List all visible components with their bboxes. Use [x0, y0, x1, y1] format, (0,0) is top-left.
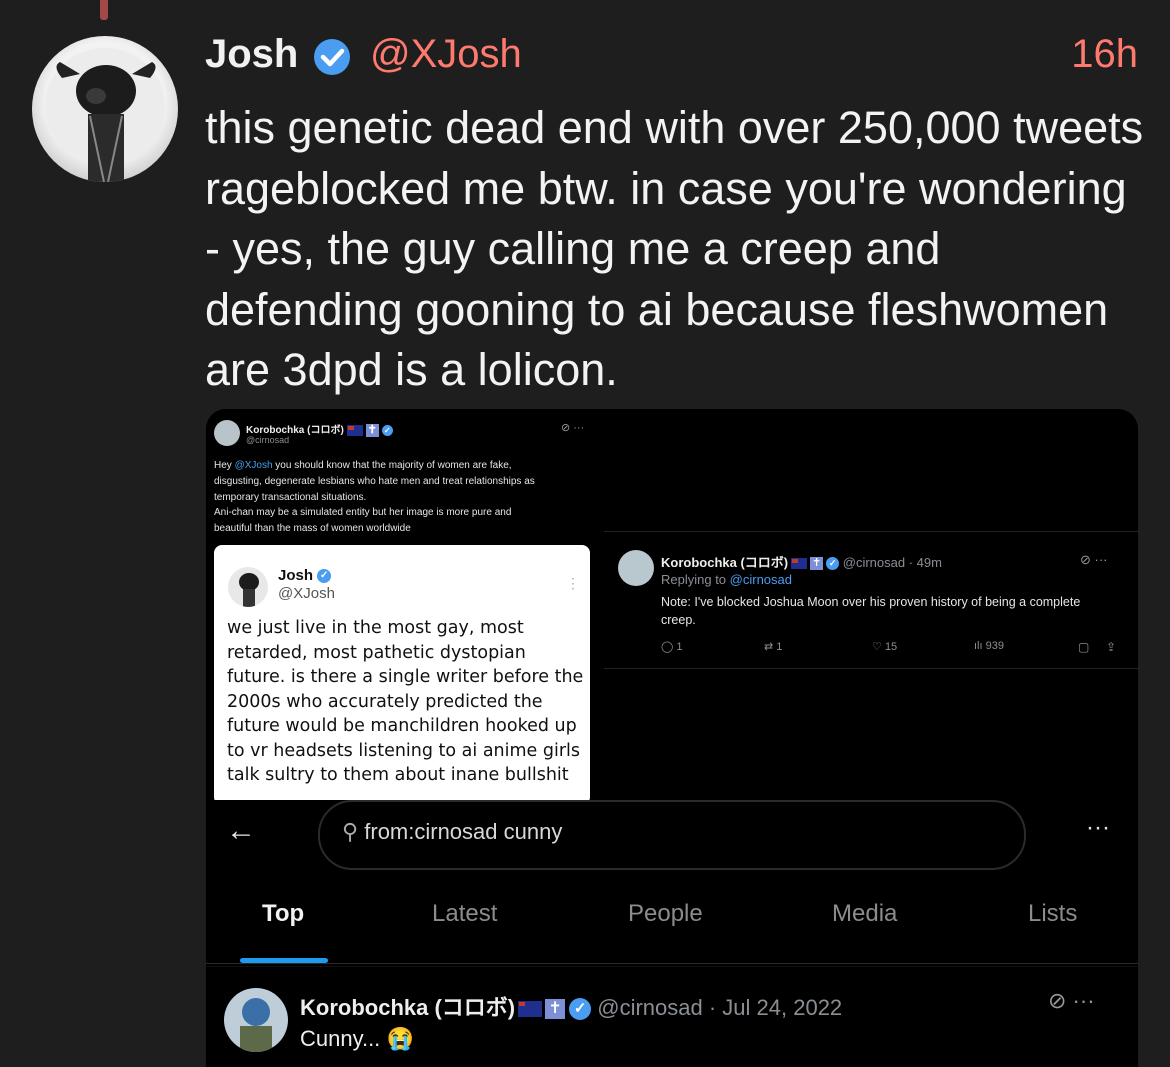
- shot2-handle-time: @cirnosad · 49m: [842, 555, 942, 570]
- replying-to-link: @cirnosad: [729, 572, 792, 587]
- crying-emoji: 😭: [386, 1026, 414, 1051]
- verified-badge-icon: ✓: [381, 424, 393, 436]
- result-handle-date: @cirnosad · Jul 24, 2022: [597, 995, 843, 1020]
- tab-people: People: [628, 900, 703, 927]
- screenshot-1: Korobochka (コロボ) ✝ ✓ @cirnosad ⊘ ··· Hey @…: [206, 409, 595, 805]
- result-text: Cunny...: [300, 1026, 381, 1051]
- active-tab-indicator: [240, 958, 328, 963]
- quoted-tweet-card: Josh ✓ @XJosh ⋮ we just live in the most…: [214, 545, 590, 805]
- shot2-name: Korobochka (コロボ): [661, 555, 789, 570]
- tab-latest: Latest: [432, 900, 498, 927]
- shot2-text: Note: I've blocked Joshua Moon over his …: [661, 595, 1081, 627]
- tab-top: Top: [262, 900, 305, 927]
- screenshot-3: ← ⚲ from:cirnosad cunny ··· Korobochka (…: [206, 800, 1138, 1067]
- korobochka-avatar: [618, 550, 654, 586]
- cross-icon: ✝: [545, 999, 566, 1020]
- mention-link: @XJosh: [234, 460, 273, 471]
- author-name[interactable]: Josh: [205, 32, 298, 77]
- verified-badge-icon: ✓: [317, 569, 332, 584]
- author-avatar[interactable]: [32, 36, 178, 182]
- result-name: Korobochka (コロボ): [300, 995, 516, 1020]
- like-icon: ♡: [872, 641, 882, 653]
- shot1-handle: @cirnosad: [246, 435, 290, 445]
- cross-icon: ✝: [810, 557, 824, 571]
- verified-badge-icon: [314, 39, 350, 75]
- cow-avatar-icon: [45, 48, 165, 182]
- tab-lists: Lists: [1028, 900, 1078, 927]
- more-icon: ···: [1086, 814, 1110, 841]
- result-avatar: [224, 988, 288, 1052]
- flag-icon: [346, 424, 363, 436]
- thread-line: [100, 0, 108, 20]
- flag-icon: [518, 1001, 543, 1018]
- more-icon: ⋮: [566, 575, 580, 591]
- back-arrow-icon: ←: [226, 814, 256, 847]
- grok-icon: ⊘ ···: [1048, 988, 1095, 1013]
- quote-name: Josh ✓: [278, 567, 332, 584]
- share-icon: ⇪: [1106, 640, 1117, 654]
- search-icon: ⚲: [342, 819, 359, 844]
- search-input: ⚲ from:cirnosad cunny: [318, 800, 1026, 870]
- post-text: this genetic dead end with over 250,000 …: [205, 102, 1144, 395]
- tabs-divider: [206, 963, 1138, 964]
- views-icon: ılı: [974, 640, 983, 652]
- post-time: 16h: [1071, 32, 1138, 76]
- quote-text: we just live in the most gay, most retar…: [227, 618, 584, 785]
- retweet-icon: ⇄: [764, 641, 774, 653]
- post-media[interactable]: Korobochka (コロボ) ✝ ✓ @cirnosad ⊘ ··· Hey @…: [206, 409, 1138, 1067]
- tab-media: Media: [832, 900, 898, 927]
- anime-avatar-icon: [240, 998, 272, 1052]
- bookmark-icon: ▢: [1078, 640, 1090, 654]
- cross-icon: ✝: [365, 423, 379, 437]
- verified-badge-icon: ✓: [569, 998, 592, 1021]
- reply-icon: ◯: [661, 641, 674, 653]
- search-value: from:cirnosad cunny: [364, 819, 563, 844]
- screenshot-2: Korobochka (コロボ) ✝ ✓ @cirnosad · 49m ⊘ ···…: [604, 531, 1138, 669]
- quote-handle: @XJosh: [278, 585, 335, 602]
- josh-avatar: [228, 567, 268, 607]
- korobochka-avatar: [214, 420, 240, 446]
- flag-icon: [791, 558, 808, 570]
- grok-icon: ⊘ ···: [1080, 552, 1108, 567]
- verified-badge-icon: ✓: [826, 557, 840, 571]
- shot1-text: Hey @XJosh you should know that the majo…: [214, 460, 535, 535]
- grok-icon: ⊘ ···: [561, 422, 585, 434]
- cow-avatar-icon: [239, 573, 259, 607]
- author-handle[interactable]: @XJosh: [370, 32, 522, 77]
